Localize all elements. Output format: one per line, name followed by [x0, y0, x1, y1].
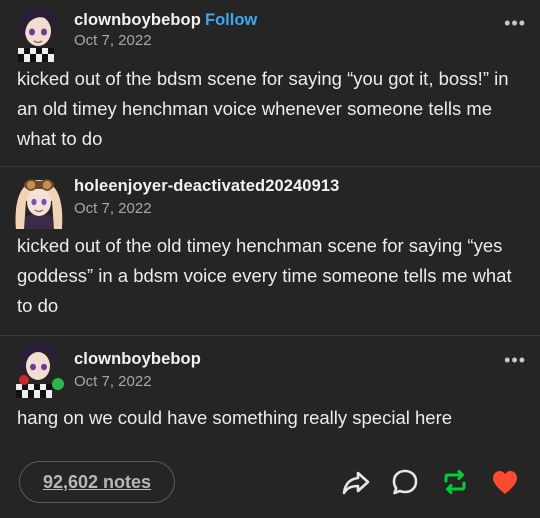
post-date[interactable]: Oct 7, 2022	[74, 373, 152, 390]
post-3: clownboybebop Oct 7, 2022 ••• hang on we…	[0, 336, 540, 448]
reblog-icon[interactable]	[440, 467, 470, 497]
more-options-icon[interactable]: •••	[504, 14, 526, 32]
username[interactable]: holeenjoyer-deactivated20240913	[74, 177, 339, 196]
notes-button[interactable]: 92,602 notes	[19, 461, 175, 503]
share-icon[interactable]	[341, 467, 371, 497]
heart-icon[interactable]	[490, 467, 520, 497]
avatar[interactable]	[10, 340, 68, 398]
post-date[interactable]: Oct 7, 2022	[74, 200, 152, 217]
username[interactable]: clownboybebop	[74, 350, 201, 369]
notes-count: 92,602 notes	[42, 471, 152, 492]
follow-button[interactable]: Follow	[205, 11, 257, 30]
post-text: hang on we could have something really s…	[17, 407, 453, 428]
post-2: holeenjoyer-deactivated20240913 Oct 7, 2…	[0, 167, 540, 335]
post-date[interactable]: Oct 7, 2022	[74, 32, 152, 49]
post-text: kicked out of the old timey henchman sce…	[17, 235, 512, 316]
post-1: clownboybebop Follow Oct 7, 2022 ••• kic…	[0, 0, 540, 166]
avatar[interactable]	[10, 171, 68, 229]
avatar[interactable]	[10, 4, 68, 62]
username[interactable]: clownboybebop	[74, 11, 201, 30]
reply-icon[interactable]	[390, 467, 420, 497]
post-text: kicked out of the bdsm scene for saying …	[17, 68, 509, 149]
more-options-icon[interactable]: •••	[504, 351, 526, 369]
